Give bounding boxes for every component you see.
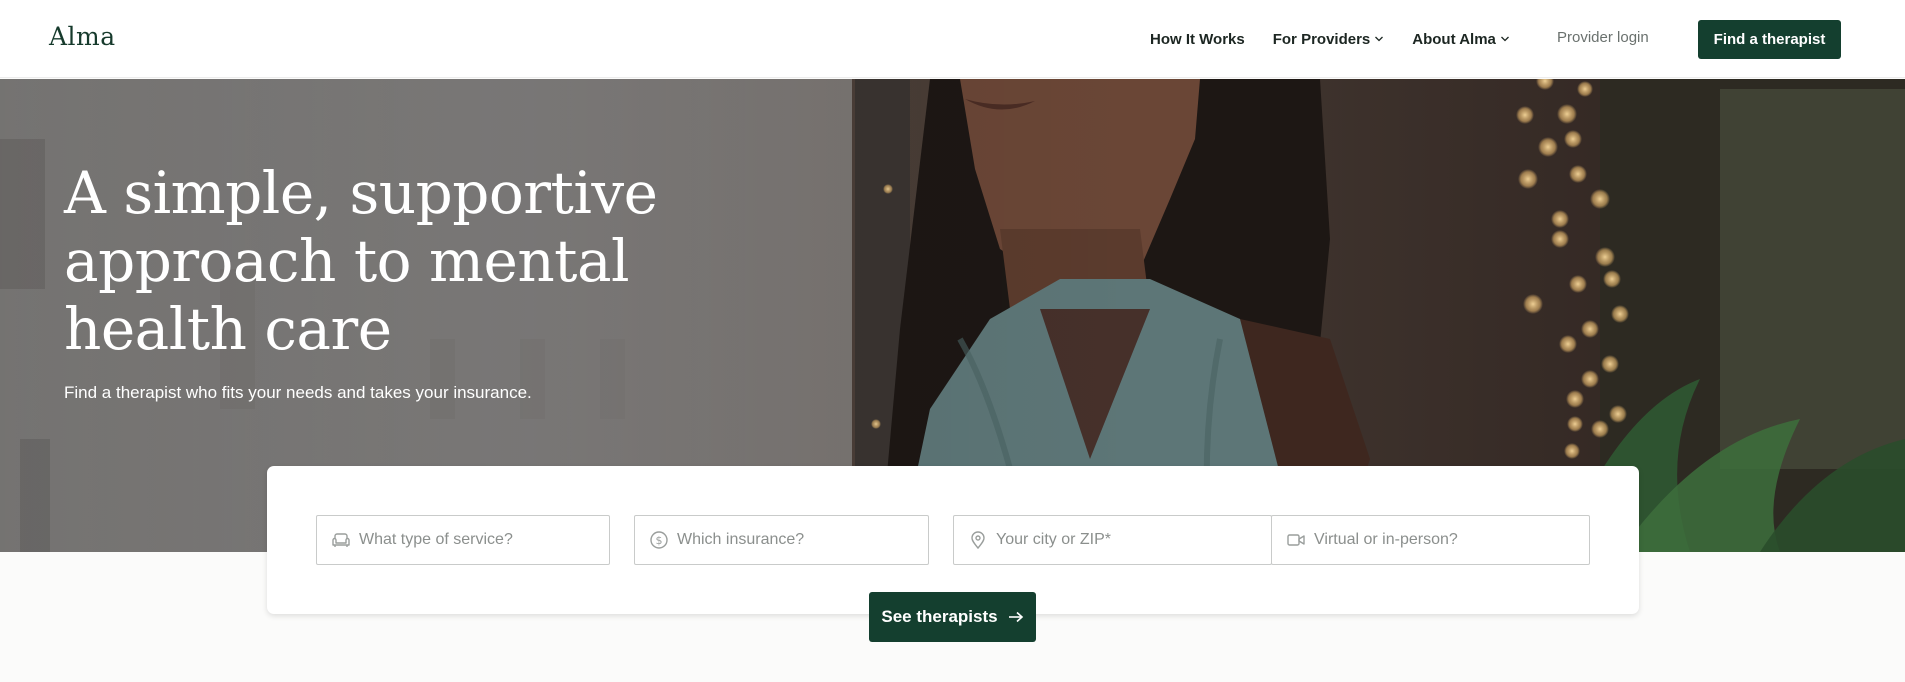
- see-therapists-label: See therapists: [881, 607, 998, 626]
- chevron-down-icon: [1500, 36, 1509, 42]
- arrow-right-icon: [1008, 611, 1023, 623]
- insurance-input[interactable]: [677, 531, 897, 549]
- location-field[interactable]: [953, 515, 1272, 565]
- find-therapist-button[interactable]: Find a therapist: [1698, 20, 1841, 59]
- hero-subtitle: Find a therapist who fits your needs and…: [64, 383, 532, 402]
- provider-login-link[interactable]: Provider login: [1557, 29, 1649, 46]
- location-input[interactable]: [996, 531, 1216, 549]
- nav-how-it-works-label: How It Works: [1150, 30, 1245, 48]
- hero-title-line-3: health care: [64, 295, 392, 363]
- main-nav: How It Works For Providers About Alma: [1150, 0, 1538, 78]
- nav-for-providers-label: For Providers: [1272, 30, 1371, 48]
- nav-how-it-works[interactable]: How It Works: [1150, 31, 1245, 48]
- hero-title: A simple, supportive approach to mental …: [64, 159, 684, 363]
- couch-icon: [331, 530, 351, 550]
- insurance-field[interactable]: $: [634, 515, 929, 565]
- hero-title-line-1: A simple, supportive: [64, 159, 658, 227]
- nav-for-providers[interactable]: For Providers: [1273, 31, 1385, 48]
- video-camera-icon: [1286, 530, 1306, 550]
- nav-about-alma[interactable]: About Alma: [1412, 31, 1510, 48]
- map-pin-icon: [968, 530, 988, 550]
- service-type-field[interactable]: [316, 515, 610, 565]
- see-therapists-button[interactable]: See therapists: [869, 592, 1036, 642]
- alma-logo[interactable]: Alma: [49, 22, 116, 51]
- site-header: Alma How It Works For Providers About Al…: [0, 0, 1905, 78]
- visit-format-input[interactable]: [1314, 531, 1534, 549]
- svg-text:$: $: [656, 534, 663, 547]
- service-type-input[interactable]: [359, 531, 579, 549]
- nav-about-alma-label: About Alma: [1412, 30, 1496, 48]
- hero-title-line-2: approach to mental: [64, 227, 630, 295]
- dollar-circle-icon: $: [649, 530, 669, 550]
- visit-format-field[interactable]: [1271, 515, 1590, 565]
- chevron-down-icon: [1375, 36, 1384, 42]
